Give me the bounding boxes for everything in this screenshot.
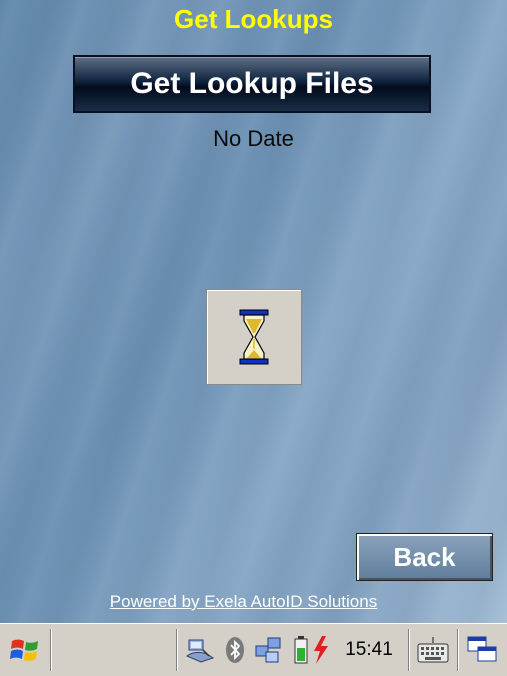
keyboard-icon [417,637,449,663]
network-icon [186,639,215,663]
date-status-label: No Date [213,126,294,151]
battery-tray-button[interactable] [290,627,338,673]
network-tray-button[interactable] [183,627,219,673]
bluetooth-icon [226,637,244,663]
taskbar-separator [457,629,459,671]
page-title: Get Lookups [174,4,333,34]
window-switcher-button[interactable] [462,627,502,673]
hourglass-icon [239,309,269,365]
taskbar-separator [50,629,52,671]
clock[interactable]: 15:41 [340,627,398,673]
start-button[interactable] [4,627,48,673]
app-window: Get Lookups Get Lookup Files No Date Bac… [0,0,507,623]
input-panel-button[interactable] [413,627,453,673]
window-switcher-icon [467,636,497,662]
taskbar-separator [176,629,178,671]
battery-charging-icon [294,636,328,664]
busy-indicator [206,289,302,385]
taskbar: 15:41 [0,623,507,676]
get-lookup-files-button[interactable]: Get Lookup Files [73,55,431,113]
network-sync-icon [255,637,281,663]
taskbar-separator [408,629,410,671]
powered-by-link[interactable]: Powered by Exela AutoID Solutions [0,592,487,612]
back-button[interactable]: Back [356,533,493,581]
windows-flag-icon [10,639,38,661]
network-sync-tray-button[interactable] [252,627,286,673]
bluetooth-tray-button[interactable] [223,627,247,673]
